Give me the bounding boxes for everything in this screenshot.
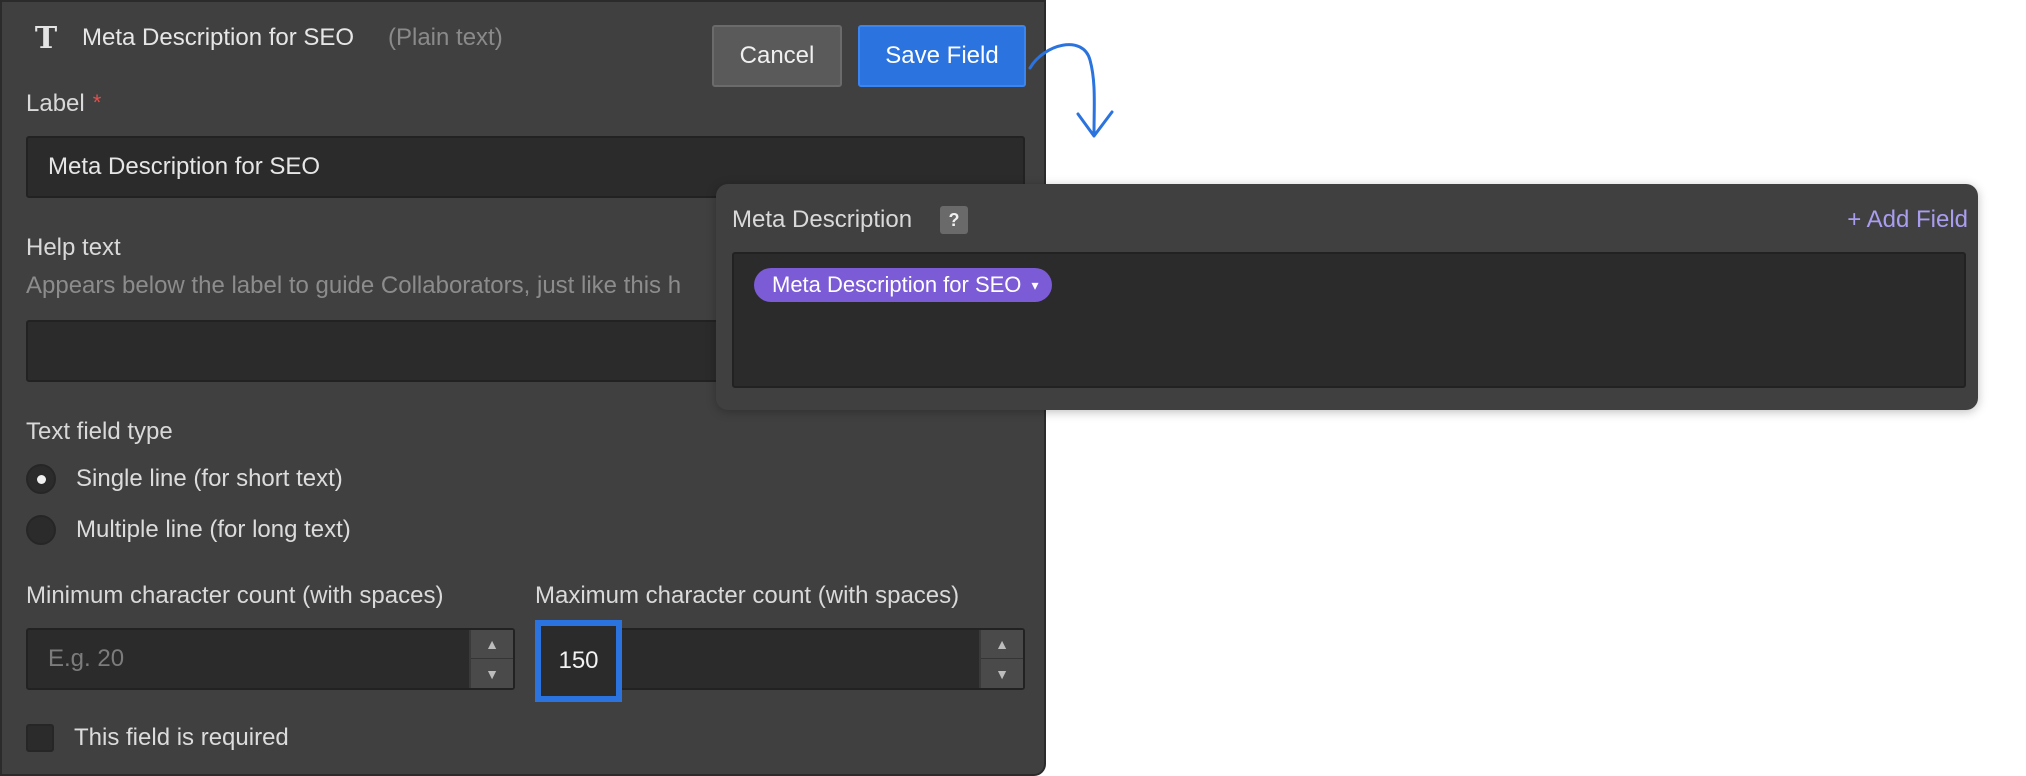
field-reference-tag-label: Meta Description for SEO [772, 272, 1022, 297]
add-field-button[interactable]: + Add Field [1847, 206, 1968, 234]
chevron-down-icon[interactable]: ▾ [1031, 277, 1038, 294]
increment-icon[interactable]: ▲ [471, 630, 513, 659]
decrement-icon[interactable]: ▼ [471, 659, 513, 688]
field-type-label: (Plain text) [388, 24, 503, 51]
save-field-button[interactable]: Save Field [858, 25, 1026, 87]
radio-dot [36, 474, 46, 484]
text-field-type-heading: Text field type [26, 418, 173, 445]
max-count-value-highlight[interactable]: 150 [535, 620, 622, 702]
radio-single-line[interactable]: Single line (for short text) [26, 464, 343, 494]
required-marker: * [92, 90, 102, 115]
radio-button[interactable] [26, 515, 56, 545]
max-count-heading: Maximum character count (with spaces) [535, 582, 960, 609]
min-count-stepper[interactable]: ▲ ▼ [469, 630, 513, 688]
radio-multiple-line-label: Multiple line (for long text) [76, 516, 351, 543]
increment-icon[interactable]: ▲ [981, 630, 1023, 659]
required-checkbox-label: This field is required [74, 724, 289, 751]
required-checkbox[interactable] [26, 724, 54, 752]
min-count-input[interactable]: E.g. 20 ▲ ▼ [26, 628, 515, 690]
annotation-arrow-icon [1028, 43, 1114, 138]
preview-title: Meta Description [732, 206, 913, 233]
decrement-icon[interactable]: ▼ [981, 659, 1023, 688]
radio-multiple-line[interactable]: Multiple line (for long text) [26, 515, 351, 545]
label-heading: Label * [26, 90, 101, 118]
help-text-heading: Help text [26, 234, 121, 261]
help-text-description: Appears below the label to guide Collabo… [26, 272, 682, 299]
cancel-button[interactable]: Cancel [712, 25, 842, 87]
field-title: Meta Description for SEO [82, 24, 355, 51]
max-count-stepper[interactable]: ▲ ▼ [979, 630, 1023, 688]
meta-description-preview-card: Meta Description ? + Add Field Meta Desc… [716, 184, 1978, 410]
text-type-icon: T [34, 21, 58, 56]
radio-single-line-label: Single line (for short text) [76, 465, 343, 492]
min-count-placeholder: E.g. 20 [48, 645, 125, 672]
label-heading-text: Label [26, 90, 85, 117]
meta-description-value-box[interactable]: Meta Description for SEO ▾ [732, 252, 1966, 388]
field-reference-tag[interactable]: Meta Description for SEO ▾ [754, 268, 1053, 302]
radio-button-selected[interactable] [26, 464, 56, 494]
help-question-icon[interactable]: ? [940, 206, 968, 234]
required-checkbox-row[interactable]: This field is required [26, 724, 289, 752]
min-count-heading: Minimum character count (with spaces) [26, 582, 444, 609]
